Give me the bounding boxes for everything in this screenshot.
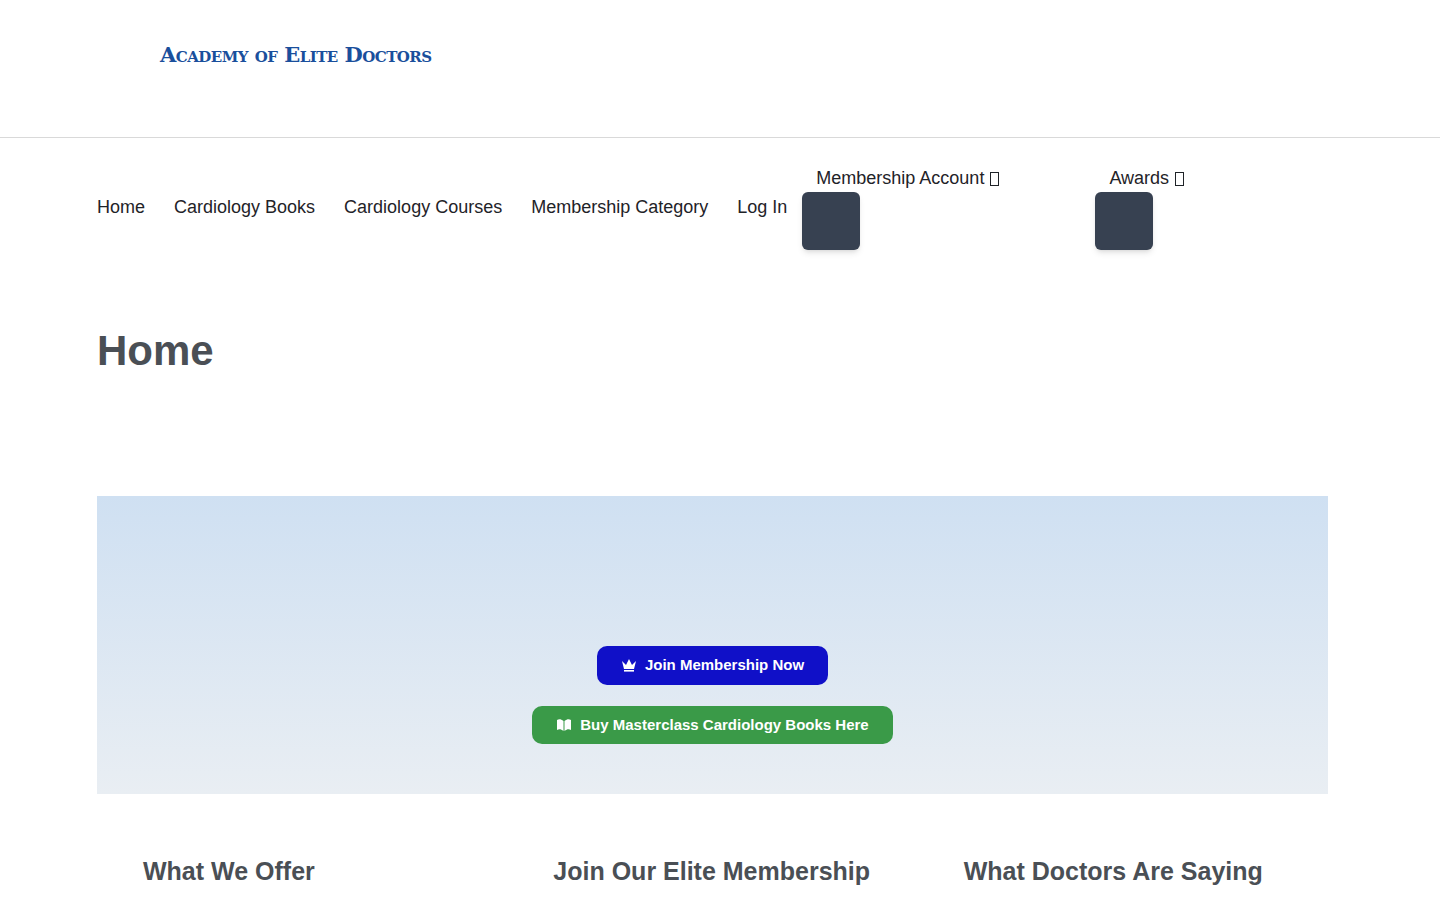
chevron-icon[interactable] [990, 172, 999, 186]
nav-dropdown-toggle[interactable]: Awards [1095, 165, 1184, 192]
section-heading: What Doctors Are Saying [964, 856, 1282, 886]
site-header: Academy of Elite Doctors [0, 0, 1440, 138]
hero-banner: Join Membership Now Buy Masterclass Cardi… [97, 496, 1328, 794]
nav-dropdowns: Membership Account Awards [802, 165, 1184, 250]
section-column: Join Our Elite Membership [507, 856, 917, 886]
nav-dropdown-toggle[interactable]: Membership Account [802, 165, 999, 192]
hero-button[interactable]: Buy Masterclass Cardiology Books Here [532, 706, 892, 745]
main-nav: Home Cardiology Books Cardiology Courses Me… [0, 138, 1440, 250]
nav-link[interactable]: Log In [737, 194, 787, 221]
dropdown-panel [1095, 192, 1153, 250]
hero-button[interactable]: Join Membership Now [597, 646, 828, 685]
page-title: Home [97, 326, 1328, 376]
hero-button-label[interactable]: Join Membership Now [645, 654, 804, 677]
nav-link[interactable]: Cardiology Courses [344, 194, 502, 221]
nav-dropdown[interactable]: Awards [1095, 165, 1184, 250]
site-logo[interactable]: Academy of Elite Doctors [160, 39, 432, 71]
hero-button-label[interactable]: Buy Masterclass Cardiology Books Here [580, 714, 868, 737]
nav-dropdown-label[interactable]: Awards [1109, 165, 1169, 192]
section-column: What Doctors Are Saying [918, 856, 1328, 886]
book-icon [556, 718, 572, 732]
nav-link[interactable]: Home [97, 194, 145, 221]
dropdown-panel [802, 192, 860, 250]
crown-icon [621, 658, 637, 672]
section-heading: What We Offer [143, 856, 461, 886]
section-heading: Join Our Elite Membership [553, 856, 871, 886]
section-column: What We Offer [97, 856, 507, 886]
sections-row: What We Offer Join Our Elite Membership Wh… [97, 856, 1328, 886]
nav-dropdown[interactable]: Membership Account [802, 165, 999, 250]
nav-link[interactable]: Cardiology Books [174, 194, 315, 221]
nav-dropdown-label[interactable]: Membership Account [816, 165, 984, 192]
nav-link[interactable]: Membership Category [531, 194, 708, 221]
chevron-icon[interactable] [1175, 172, 1184, 186]
